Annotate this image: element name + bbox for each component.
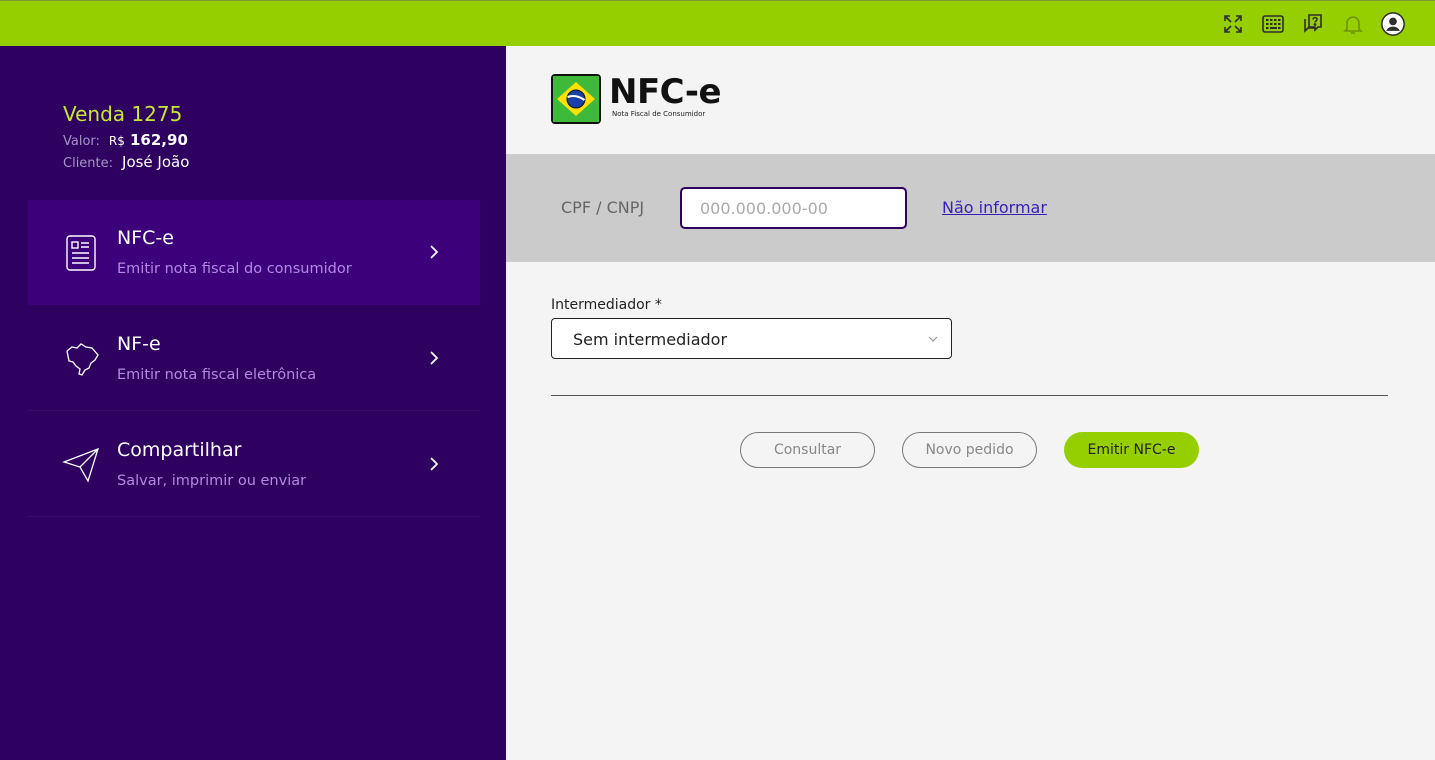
menu-item-compartilhar[interactable]: Compartilhar Salvar, imprimir ou enviar [28,412,480,517]
chevron-right-icon [430,245,439,259]
cpf-input[interactable] [680,187,907,229]
sale-title: Venda 1275 [63,102,183,126]
menu-item-title: NFC-e [117,227,174,249]
cpf-label: CPF / CNPJ [561,198,645,217]
menu-item-subtitle: Emitir nota fiscal do consumidor [117,261,352,277]
sale-summary: Venda 1275 Valor: R$ 162,90 Cliente: Jos… [63,102,189,175]
chevron-right-icon [430,351,439,365]
user-avatar-icon[interactable] [1379,10,1407,38]
keypad-icon[interactable] [1259,10,1287,38]
novo-pedido-button[interactable]: Novo pedido [902,432,1037,468]
chevron-down-icon [928,336,938,342]
logo-title: NFC-e [609,72,722,112]
fullscreen-icon[interactable] [1219,10,1247,38]
sale-client: José João [122,153,190,171]
sale-value-amount: R$ 162,90 [109,130,188,149]
brazil-map-icon [61,339,101,379]
main-panel: NFC-e Nota Fiscal de Consumidor CPF / CN… [506,46,1435,760]
sale-value: 162,90 [130,131,188,149]
sale-client-row: Cliente: José João [63,153,189,171]
menu-item-title: NF-e [117,333,161,355]
sidebar-menu: NFC-e Emitir nota fiscal do consumidor N… [28,200,480,517]
brazil-flag-icon [551,74,601,124]
intermediador-label: Intermediador * [551,297,662,313]
emitir-nfce-button[interactable]: Emitir NFC-e [1064,432,1199,468]
bell-icon[interactable] [1339,10,1367,38]
menu-item-title: Compartilhar [117,439,242,461]
nfce-logo: NFC-e Nota Fiscal de Consumidor [551,72,722,124]
intermediador-select[interactable]: Sem intermediador [551,318,952,359]
consultar-button[interactable]: Consultar [740,432,875,468]
intermediador-selected-value: Sem intermediador [573,330,728,349]
menu-item-subtitle: Salvar, imprimir ou enviar [117,473,307,489]
help-chat-icon[interactable] [1299,10,1327,38]
menu-item-subtitle: Emitir nota fiscal eletrônica [117,367,317,383]
receipt-icon [61,233,101,273]
chevron-right-icon [430,457,439,471]
logo-subtitle: Nota Fiscal de Consumidor [612,110,706,118]
sidebar: Venda 1275 Valor: R$ 162,90 Cliente: Jos… [0,46,506,760]
menu-item-nfce[interactable]: NFC-e Emitir nota fiscal do consumidor [28,200,480,305]
sale-client-label: Cliente: [63,156,114,171]
paper-plane-icon [61,445,101,485]
top-bar [0,0,1435,46]
divider [551,395,1388,396]
sale-currency: R$ [108,134,125,148]
logo-text: NFC-e Nota Fiscal de Consumidor [609,72,722,118]
sale-value-row: Valor: R$ 162,90 [63,130,189,149]
cpf-section: CPF / CNPJ Não informar [506,154,1435,262]
menu-item-nfe[interactable]: NF-e Emitir nota fiscal eletrônica [28,306,480,411]
nao-informar-link[interactable]: Não informar [942,198,1047,217]
top-bar-icons [1219,10,1407,38]
sale-value-label: Valor: [63,134,100,149]
